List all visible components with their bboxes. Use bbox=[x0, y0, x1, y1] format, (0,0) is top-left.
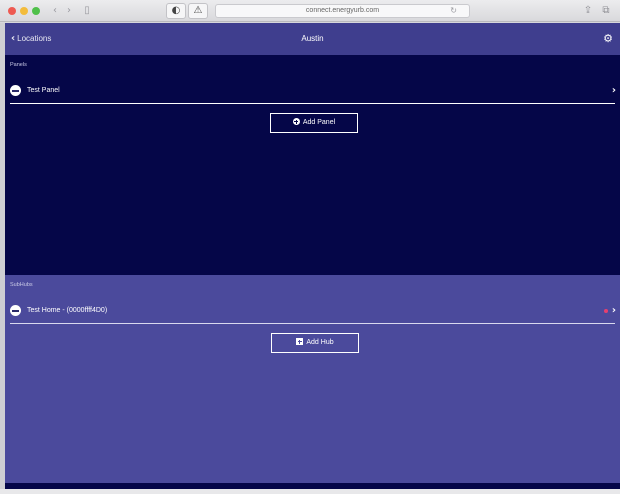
sidebar-toggle-icon[interactable]: ▯ bbox=[80, 4, 94, 18]
add-hub-label: Add Hub bbox=[306, 339, 334, 346]
warning-extension-icon[interactable]: ⚠ bbox=[188, 3, 208, 19]
minimize-window-button[interactable] bbox=[20, 7, 28, 15]
panels-section-label: Panels bbox=[10, 62, 27, 68]
close-window-button[interactable] bbox=[8, 7, 16, 15]
chevron-right-icon: › bbox=[611, 305, 616, 316]
browser-toolbar: ‹ › ▯ ◐ ⚠ connect.energyurb.com ↻ ⇪ ⧉ bbox=[0, 0, 620, 22]
reload-icon[interactable]: ↻ bbox=[450, 5, 457, 17]
page-title: Austin bbox=[301, 34, 324, 43]
browser-forward-icon[interactable]: › bbox=[62, 4, 76, 18]
panel-name: Test Panel bbox=[27, 87, 60, 94]
list-item-hub[interactable]: Test Home - (0000ffff4D0) › bbox=[5, 299, 620, 323]
browser-back-icon[interactable]: ‹ bbox=[48, 4, 62, 18]
privacy-shield-icon[interactable]: ◐ bbox=[166, 3, 186, 19]
divider bbox=[10, 323, 615, 324]
window-bottom-edge bbox=[0, 489, 620, 494]
add-panel-button[interactable]: Add Panel bbox=[270, 113, 358, 133]
hubs-section: SubHubs Test Home - (0000ffff4D0) › Add … bbox=[5, 275, 620, 483]
list-item-panel[interactable]: Test Panel › bbox=[5, 79, 620, 103]
gear-icon[interactable]: ⚙ bbox=[602, 33, 614, 45]
plus-circle-icon bbox=[292, 118, 300, 125]
minus-circle-icon[interactable] bbox=[10, 85, 21, 96]
panels-section: Panels Test Panel › Add Panel bbox=[5, 55, 620, 275]
add-panel-label: Add Panel bbox=[302, 119, 336, 126]
tabs-overview-icon[interactable]: ⧉ bbox=[598, 4, 614, 18]
minus-circle-icon[interactable] bbox=[10, 305, 21, 316]
address-bar-url: connect.energyurb.com bbox=[305, 7, 380, 14]
divider bbox=[10, 103, 615, 104]
status-dot bbox=[604, 309, 608, 313]
share-icon[interactable]: ⇪ bbox=[580, 4, 596, 18]
address-bar[interactable]: connect.energyurb.com ↻ bbox=[215, 4, 470, 18]
app-header: ‹ Locations Austin ⚙ bbox=[5, 23, 620, 55]
add-hub-button[interactable]: Add Hub bbox=[271, 333, 359, 353]
hubs-section-label: SubHubs bbox=[10, 282, 33, 288]
plus-square-icon bbox=[296, 338, 304, 345]
maximize-window-button[interactable] bbox=[32, 7, 40, 15]
hub-name: Test Home - (0000ffff4D0) bbox=[27, 307, 108, 314]
app-content: ‹ Locations Austin ⚙ Panels Test Panel › … bbox=[5, 23, 620, 489]
chevron-right-icon: › bbox=[611, 85, 616, 96]
